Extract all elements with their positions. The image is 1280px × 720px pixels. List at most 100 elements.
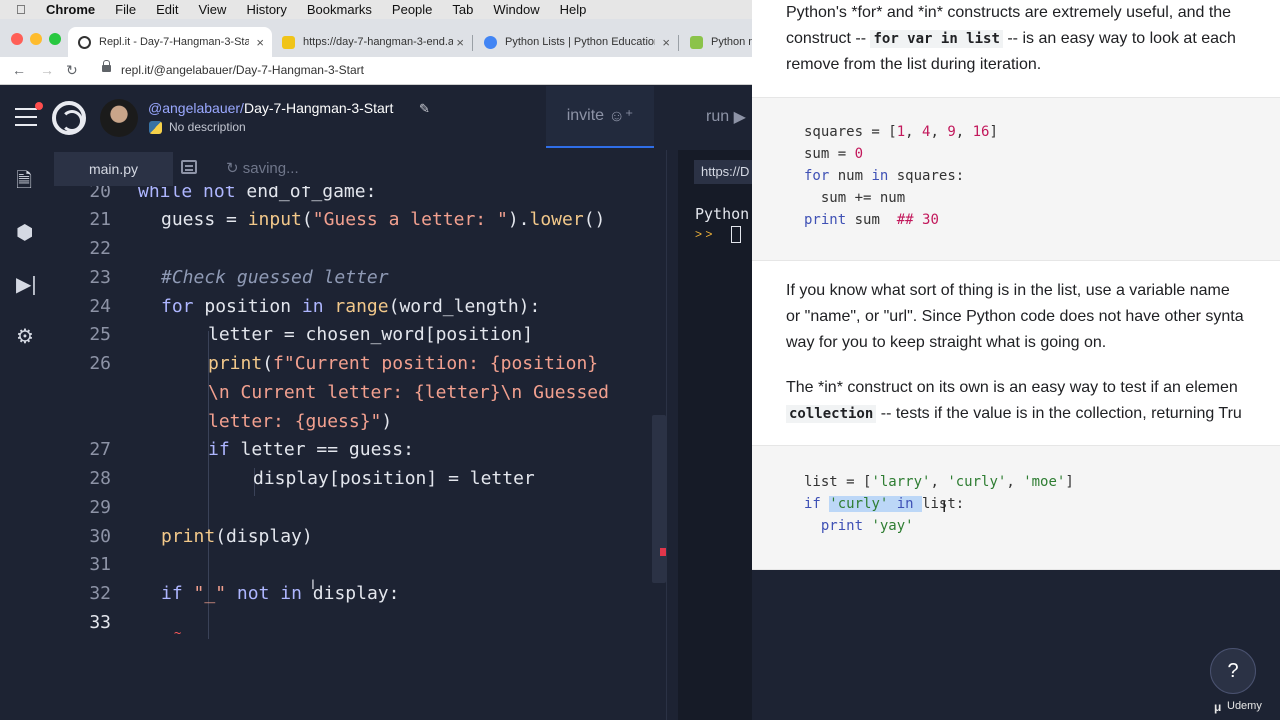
menu-people[interactable]: People [392,2,432,17]
code-editor[interactable]: 20 while not end_of_game: 21 guess = inp… [54,186,666,720]
inline-code: for var in list [870,30,1003,48]
lock-icon [102,60,111,72]
tab-close-icon[interactable]: × [662,35,670,50]
menu-history[interactable]: History [246,2,286,17]
apple-icon[interactable]:  [16,2,36,17]
watermark: Udemy [1227,700,1262,712]
run-label: run [706,108,730,125]
console-caret [731,226,741,243]
window-maximize-button[interactable] [49,33,61,45]
repl-title[interactable]: @angelabauer/Day-7-Hangman-3-Start [148,100,393,116]
help-button[interactable]: ? [1210,648,1256,694]
code-line: display[position] = letter [253,468,535,489]
doc-line: way for you to keep straight what is goi… [786,334,1107,351]
code-line: print(f"Current position: {position} [208,353,599,374]
edit-pencil-icon[interactable]: ✎ [419,101,430,117]
doc-paragraph: If you know what sort of thing is in the… [786,278,1280,356]
menu-edit[interactable]: Edit [156,2,178,17]
invite-button[interactable]: invite ☺⁺ [546,86,654,148]
code-comment: #Check guessed letter [161,267,389,288]
avatar[interactable] [100,99,138,137]
settings-gear-icon[interactable]: ⚙ [16,324,34,349]
menu-view[interactable]: View [198,2,226,17]
sync-icon: ↻ [226,160,239,177]
tab-close-icon[interactable]: × [256,35,264,50]
text-cursor-icon: I [311,576,315,592]
file-tab-main[interactable]: main.py [54,152,173,186]
notification-dot [35,102,43,110]
run-button[interactable]: run ▶ [676,86,752,148]
tab-title: Repl.it - Day-7-Hangman-3-Start [99,36,249,48]
code-line: sum += num [804,190,906,206]
debugger-icon[interactable]: ▶| [16,272,37,297]
browser-tab-python-other[interactable]: Python nc [680,27,752,57]
line-number: 33 [89,612,111,633]
line-number: 24 [89,296,111,317]
code-line: sum = 0 [804,146,864,162]
browser-tab-strip: Repl.it - Day-7-Hangman-3-Start × https:… [0,19,752,57]
editor-scrollbar[interactable] [652,415,666,583]
line-number: 22 [89,238,111,259]
code-line-wrap: \n Current letter: {letter}\n Guessed [208,382,609,403]
menu-app-name[interactable]: Chrome [46,2,95,17]
hamburger-menu-icon[interactable] [15,102,43,126]
menu-bookmarks[interactable]: Bookmarks [307,2,372,17]
hangman-favicon-icon [282,35,295,49]
menu-window[interactable]: Window [493,2,539,17]
play-icon: ▶ [733,109,746,126]
doc-line: remove from the list during iteration. [786,56,1042,73]
tab-title: https://day-7-hangman-3-end.a [303,36,453,48]
tab-divider [678,35,679,51]
line-number: 20 [89,186,111,202]
menu-tab[interactable]: Tab [452,2,473,17]
files-icon[interactable]: 🗎 [16,166,32,200]
code-line: print sum ## 30 [804,212,939,228]
browser-tab-repl[interactable]: Repl.it - Day-7-Hangman-3-Start × [68,27,272,57]
sidebar: 🗎 ⬢ ▶| ⚙ [0,150,54,720]
console-prompt: > > [695,227,713,241]
window-close-button[interactable] [11,33,23,45]
code-line: for position in range(word_length): [161,296,541,317]
repl-description[interactable]: No description [169,120,246,134]
doc-line: The *in* construct on its own is an easy… [786,379,1238,396]
browser-toolbar: ← → ↻ repl.it/@angelabauer/Day-7-Hangman… [0,57,752,85]
mouse-text-cursor-icon: I [942,499,947,516]
file-list-icon[interactable] [181,160,197,174]
doc-line: collection -- tests if the value is in t… [786,401,1280,427]
window-minimize-button[interactable] [30,33,42,45]
console-output: Python [695,205,750,223]
python-language-icon [149,121,162,134]
console-url-field[interactable]: https://D [694,160,752,184]
code-line: if "_" not in display: [161,583,400,604]
line-number: 27 [89,439,111,460]
code-line: print 'yay' [820,518,914,534]
line-number: 23 [89,267,111,288]
doc-line: Python's *for* and *in* constructs are e… [786,4,1232,21]
save-status: ↻ saving... [226,159,299,177]
line-number: 25 [89,324,111,345]
doc-line: construct -- for var in list -- is an ea… [786,30,1236,48]
menu-file[interactable]: File [115,2,136,17]
menu-help[interactable]: Help [560,2,587,17]
code-line: for num in squares: [804,168,965,184]
udemy-logo-icon: μ [1214,700,1222,714]
reload-icon[interactable]: ↻ [66,62,78,79]
tab-title: Python Lists | Python Education [505,36,655,48]
replit-logo-icon[interactable] [52,101,86,135]
line-number: 32 [89,583,111,604]
forward-arrow-icon[interactable]: → [40,62,54,78]
back-arrow-icon[interactable]: ← [12,62,26,78]
code-line: while not end_of_game: [138,186,377,202]
browser-tab-hangman-end[interactable]: https://day-7-hangman-3-end.a × [272,27,472,57]
code-line: if letter == guess: [208,439,414,460]
doc-line: If you know what sort of thing is in the… [786,282,1230,299]
add-user-icon: ☺⁺ [608,108,634,125]
pane-divider[interactable] [666,150,678,720]
code-line: squares = [1, 4, 9, 16] [804,124,998,140]
address-bar[interactable]: repl.it/@angelabauer/Day-7-Hangman-3-Sta… [121,63,364,77]
save-status-text: saving... [242,160,299,177]
tab-close-icon[interactable]: × [456,35,464,50]
browser-tab-python-lists[interactable]: Python Lists | Python Education × [474,27,678,57]
packages-cube-icon[interactable]: ⬢ [16,220,33,245]
macos-menubar:  Chrome File Edit View History Bookmark… [0,0,752,19]
